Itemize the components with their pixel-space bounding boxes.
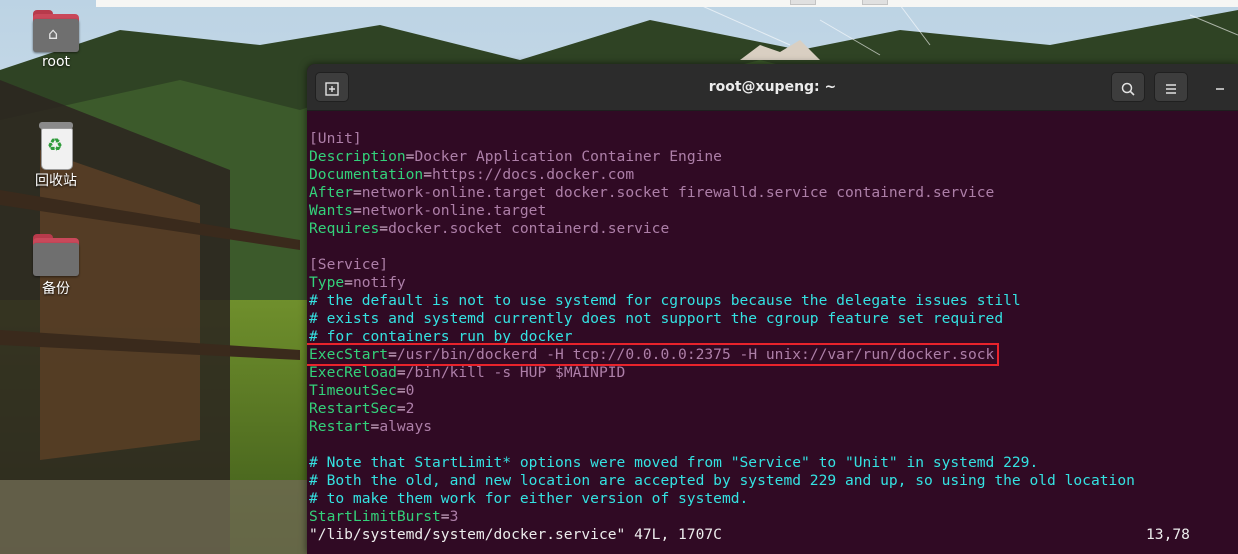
execstart-line: ExecStart=/usr/bin/dockerd -H tcp://0.0.… xyxy=(307,343,1238,366)
file-line: [Service] xyxy=(309,256,389,273)
file-line: StartLimitBurst=3 xyxy=(309,508,459,525)
new-tab-icon xyxy=(325,79,339,97)
home-folder-icon: ⌂ xyxy=(33,10,79,52)
file-line: Restart=always xyxy=(309,418,433,435)
desktop-icon-label: root xyxy=(41,54,71,70)
title-bar[interactable]: root@xupeng: ~ xyxy=(307,64,1238,111)
file-line: Requires=docker.socket containerd.servic… xyxy=(309,220,670,237)
file-line: ExecReload=/bin/kill -s HUP $MAINPID xyxy=(309,364,626,381)
comment-line: # for containers run by docker xyxy=(309,328,573,345)
comment-line: # to make them work for either version o… xyxy=(309,490,749,507)
file-line: Description=Docker Application Container… xyxy=(309,148,722,165)
minimize-icon xyxy=(1215,79,1225,95)
file-line: [Unit] xyxy=(309,130,362,147)
vim-status-line: "/lib/systemd/system/docker.service" 47L… xyxy=(309,526,1238,544)
desktop-icon-root[interactable]: ⌂ root xyxy=(16,10,96,70)
folder-icon xyxy=(33,234,79,276)
comment-line: # Both the old, and new location are acc… xyxy=(309,472,1135,489)
cursor-position: 13,78 xyxy=(1146,526,1190,543)
trash-icon: ♻ xyxy=(39,122,73,170)
hamburger-menu-icon xyxy=(1165,79,1177,97)
comment-line: # exists and systemd currently does not … xyxy=(309,310,1004,327)
file-line: Type=notify xyxy=(309,274,406,291)
file-line: Wants=network-online.target xyxy=(309,202,547,219)
highlight-box: ExecStart=/usr/bin/dockerd -H tcp://0.0.… xyxy=(307,343,1000,366)
file-line: After=network-online.target docker.socke… xyxy=(309,184,995,201)
search-icon xyxy=(1121,79,1135,97)
minimize-button[interactable] xyxy=(1208,74,1232,98)
comment-line: # the default is not to use systemd for … xyxy=(309,292,1021,309)
status-file-info: "/lib/systemd/system/docker.service" 47L… xyxy=(309,526,722,543)
desktop-icon-backup[interactable]: 备份 xyxy=(16,234,96,298)
panel-button[interactable] xyxy=(790,0,816,5)
desktop-icon-label: 备份 xyxy=(42,281,70,297)
search-button[interactable] xyxy=(1111,72,1145,102)
file-line-blank xyxy=(309,238,1238,256)
menu-button[interactable] xyxy=(1154,72,1188,102)
new-tab-button[interactable] xyxy=(315,72,349,102)
terminal-window[interactable]: root@xupeng: ~ [Unit] Description=Docker … xyxy=(307,64,1238,554)
file-line-blank xyxy=(309,436,1238,454)
desktop-icon-label: 回收站 xyxy=(35,173,77,189)
terminal-content[interactable]: [Unit] Description=Docker Application Con… xyxy=(307,112,1238,554)
window-title: root@xupeng: ~ xyxy=(708,79,837,95)
file-line: RestartSec=2 xyxy=(309,400,415,417)
file-line: TimeoutSec=0 xyxy=(309,382,415,399)
desktop-icon-trash[interactable]: ♻ 回收站 xyxy=(16,122,96,190)
panel-button[interactable] xyxy=(862,0,888,5)
top-panel-strip xyxy=(96,0,1238,7)
file-line: Documentation=https://docs.docker.com xyxy=(309,166,635,183)
comment-line: # Note that StartLimit* options were mov… xyxy=(309,454,1039,471)
